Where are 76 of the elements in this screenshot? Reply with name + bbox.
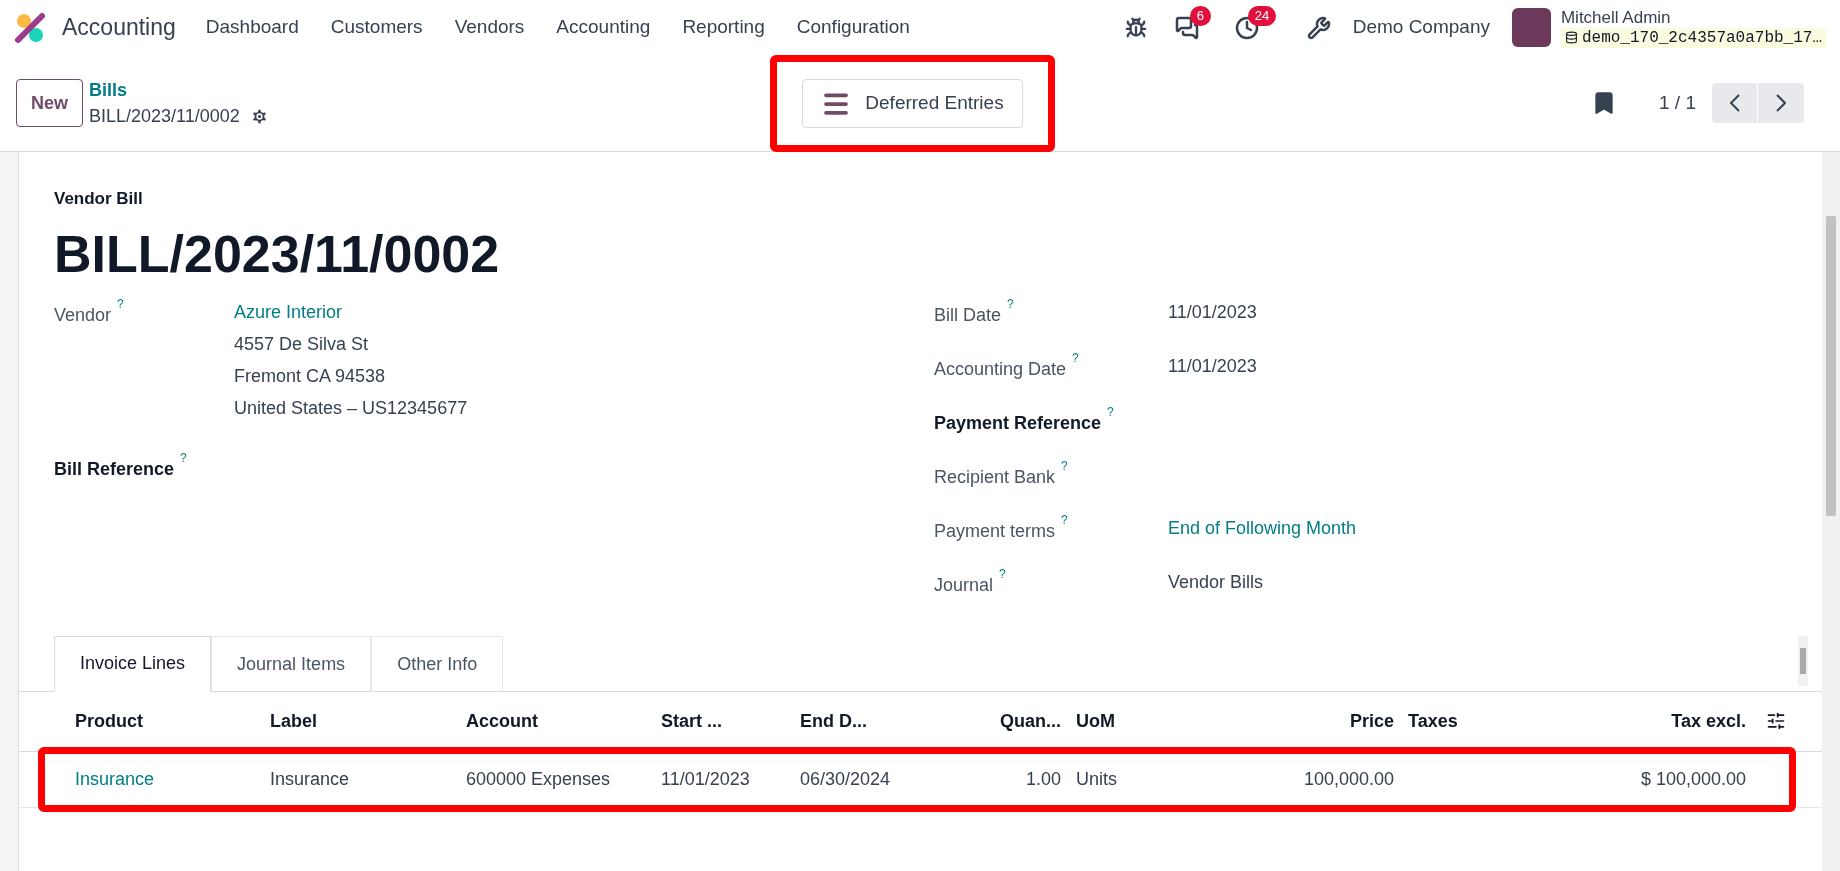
table-cell-text: $ 100,000.00 — [1639, 767, 1746, 791]
database-badge: demo_170_2c4357a0a7bb_17… — [1560, 27, 1826, 48]
menu-item[interactable]: Reporting — [682, 13, 765, 42]
table-cell-text: 1.00 — [1024, 767, 1061, 791]
column-header[interactable]: Product — [75, 707, 270, 735]
notification-count: 24 — [1247, 5, 1277, 26]
address-line: 4557 De Silva St — [234, 332, 370, 356]
form-tab[interactable]: Other Info — [371, 635, 504, 692]
field-label: Recipient Bank — [934, 466, 1056, 487]
field-label: Journal — [934, 574, 994, 595]
table-cell-text: 11/01/2023 — [661, 767, 751, 791]
chat-icon[interactable] — [1174, 15, 1199, 40]
field-link[interactable]: Azure Interior — [234, 295, 468, 328]
column-header[interactable]: Quan... — [931, 707, 1061, 735]
help-tooltip-mark[interactable]: ? — [1107, 404, 1114, 419]
document-type: Vendor Bill — [54, 188, 144, 210]
menu-item[interactable]: Dashboard — [205, 13, 299, 42]
record-name: BILL/2023/11/0002 — [89, 105, 240, 128]
column-header[interactable]: End D... — [800, 707, 931, 735]
menu-item[interactable]: Customers — [330, 13, 423, 42]
field-label: Payment Reference — [934, 412, 1102, 433]
help-tooltip-mark[interactable]: ? — [1061, 458, 1068, 473]
user-avatar[interactable] — [1511, 8, 1551, 47]
column-header[interactable]: Label — [270, 707, 466, 735]
form-tab[interactable]: Journal Items — [211, 635, 372, 692]
table-cell-text: 600000 Expenses — [466, 767, 612, 791]
help-tooltip-mark[interactable]: ? — [1061, 512, 1068, 527]
company-switcher[interactable]: Demo Company — [1352, 13, 1490, 42]
debug-bug-icon[interactable] — [1124, 16, 1147, 39]
new-button[interactable]: New — [16, 79, 83, 127]
chevron-left-icon — [1729, 94, 1740, 112]
column-header[interactable]: Price — [1201, 707, 1394, 735]
field-label: Payment terms — [934, 520, 1056, 541]
table-cell-text: 100,000.00 — [1302, 767, 1394, 791]
field-label: Vendor — [54, 304, 112, 325]
table-cell-text: Units — [1076, 767, 1118, 791]
notification-count: 6 — [1189, 5, 1211, 26]
user-name[interactable]: Mitchell Admin — [1560, 7, 1826, 28]
form-tab[interactable]: Invoice Lines — [54, 635, 212, 692]
field-label: Bill Reference — [54, 458, 175, 479]
help-tooltip-mark[interactable]: ? — [1007, 296, 1014, 311]
tools-icon[interactable] — [1306, 15, 1331, 40]
inner-scrollbar[interactable] — [1798, 635, 1808, 686]
column-header[interactable]: Tax excl. — [1601, 707, 1746, 735]
address-line: Fremont CA 94538 — [234, 364, 387, 388]
field-value: 11/01/2023 — [1168, 354, 1257, 378]
app-name[interactable]: Accounting — [62, 10, 176, 45]
help-tooltip-mark[interactable]: ? — [117, 296, 124, 311]
app-logo-icon[interactable] — [14, 11, 46, 44]
field-link[interactable]: End of Following Month — [1168, 511, 1357, 544]
table-cell-text: 06/30/2024 — [800, 767, 892, 791]
field-value: 11/01/2023 — [1168, 300, 1257, 324]
column-settings-icon[interactable] — [1766, 711, 1786, 731]
column-header[interactable]: Account — [466, 707, 661, 735]
menu-item[interactable]: Accounting — [556, 13, 651, 42]
bill-title: BILL/2023/11/0002 — [54, 223, 501, 285]
menu-item[interactable]: Configuration — [796, 13, 910, 42]
deferred-entries-button[interactable]: Deferred Entries — [802, 79, 1023, 128]
column-header[interactable]: Start ... — [661, 707, 800, 735]
field-value: Vendor Bills — [1168, 570, 1264, 594]
chevron-right-icon — [1776, 94, 1786, 112]
field-label: Accounting Date — [934, 358, 1067, 379]
field-label: Bill Date — [934, 304, 1002, 325]
menu-item[interactable]: Vendors — [454, 13, 525, 42]
column-header[interactable]: UoM — [1076, 707, 1201, 735]
product-link[interactable]: Insurance — [75, 765, 270, 793]
help-tooltip-mark[interactable]: ? — [180, 450, 187, 465]
page-scrollbar[interactable] — [1822, 152, 1840, 871]
breadcrumb-link[interactable]: Bills — [89, 77, 269, 103]
address-line: United States – US12345677 — [234, 396, 468, 420]
help-tooltip-mark[interactable]: ? — [1072, 350, 1079, 365]
table-cell-text: Insurance — [270, 767, 351, 791]
column-header[interactable]: Taxes — [1408, 707, 1601, 735]
help-tooltip-mark[interactable]: ? — [999, 566, 1006, 581]
pager-value[interactable]: 1 / 1 — [1659, 88, 1696, 118]
database-icon — [1564, 31, 1578, 44]
